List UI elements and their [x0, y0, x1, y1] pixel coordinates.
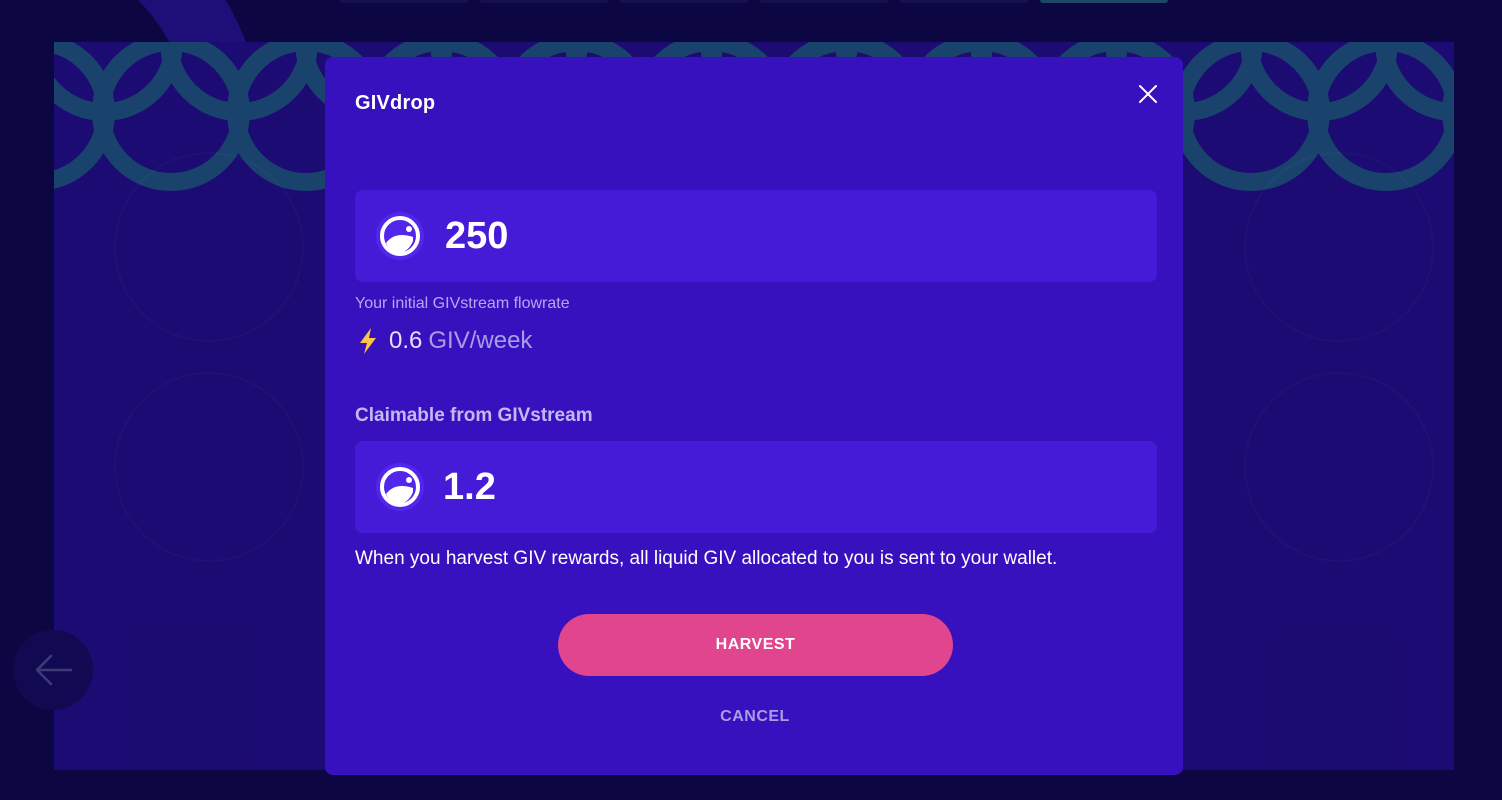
- flowrate-row: 0.6 GIV/week: [357, 327, 532, 355]
- claimable-amount: 1.2: [443, 465, 496, 508]
- flowrate-unit: GIV/week: [428, 327, 533, 354]
- close-button[interactable]: [1135, 81, 1161, 107]
- flash-icon: [360, 328, 376, 354]
- giv-token-icon: [376, 463, 424, 511]
- flowrate-label: Your initial GIVstream flowrate: [355, 295, 570, 312]
- cancel-button[interactable]: CANCEL: [705, 705, 805, 729]
- modal-title: GIVdrop: [355, 92, 436, 114]
- claimable-amount-box: 1.2: [355, 441, 1157, 533]
- harvest-button[interactable]: HARVEST: [558, 614, 953, 676]
- harvest-info-text: When you harvest GIV rewards, all liquid…: [355, 548, 1058, 569]
- givdrop-amount-box: 250: [355, 190, 1157, 282]
- giv-token-icon: [376, 212, 424, 260]
- flowrate-value: 0.6: [389, 327, 423, 354]
- close-icon[interactable]: [1138, 84, 1158, 104]
- givdrop-modal: GIVdrop 250 Your initial GIVstream flowr…: [325, 57, 1183, 775]
- givdrop-amount: 250: [445, 214, 509, 257]
- claimable-label: Claimable from GIVstream: [355, 405, 593, 426]
